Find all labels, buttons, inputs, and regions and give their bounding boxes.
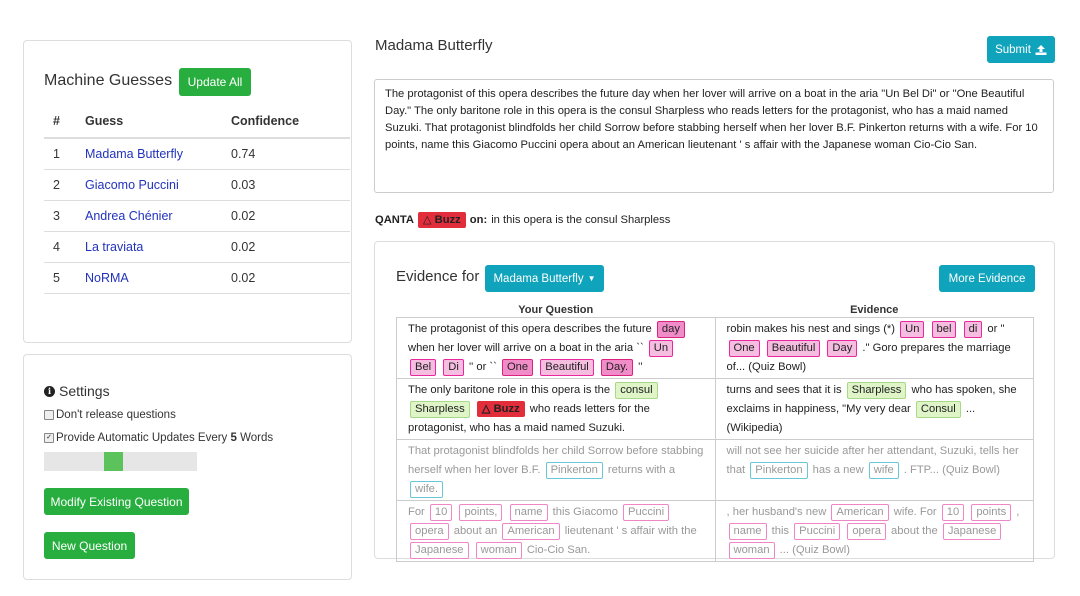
modify-question-button[interactable]: Modify Existing Question bbox=[44, 488, 189, 515]
evidence-chunk: turns and sees that it is Sharpless who … bbox=[714, 378, 1034, 440]
slider-handle[interactable] bbox=[104, 452, 123, 471]
submit-button[interactable]: Submit bbox=[987, 36, 1055, 63]
info-icon: i bbox=[44, 385, 55, 397]
guess-link[interactable]: Andrea Chénier bbox=[85, 209, 173, 223]
settings-panel: i Settings Don't release questions ✓ Pro… bbox=[23, 354, 352, 580]
page-title: Madama Butterfly bbox=[375, 37, 493, 54]
bell-icon: △ bbox=[422, 214, 432, 226]
guess-link[interactable]: La traviata bbox=[85, 240, 143, 254]
guess-confidence: 0.02 bbox=[222, 262, 350, 294]
table-row: 2 Giacomo Puccini 0.03 bbox=[44, 169, 350, 201]
machine-guesses-panel: Machine Guesses Update All # Guess Confi… bbox=[23, 40, 352, 343]
table-row: That protagonist blindfolds her child So… bbox=[396, 439, 1034, 501]
dont-release-row: Don't release questions bbox=[44, 409, 176, 421]
upload-icon bbox=[1035, 44, 1047, 55]
table-row: 5 NoRMA 0.02 bbox=[44, 262, 350, 294]
evidence-guess-dropdown[interactable]: Madama Butterfly ▼ bbox=[485, 265, 604, 292]
evidence-title: Evidence for bbox=[396, 268, 480, 285]
guess-rank: 5 bbox=[44, 262, 76, 294]
guess-confidence: 0.03 bbox=[222, 169, 350, 201]
question-chunk: The only baritone role in this opera is … bbox=[396, 378, 716, 440]
buzz-on-label: on: bbox=[469, 214, 488, 226]
col-your-question: Your Question bbox=[518, 303, 594, 316]
col-evidence: Evidence bbox=[850, 303, 899, 316]
table-row: The protagonist of this opera describes … bbox=[396, 317, 1034, 379]
update-all-button[interactable]: Update All bbox=[179, 68, 251, 96]
qanta-buzz-line: QANTA △ Buzz on: in this opera is the co… bbox=[375, 212, 670, 228]
table-row: The only baritone role in this opera is … bbox=[396, 378, 1034, 440]
table-row: 1 Madama Butterfly 0.74 bbox=[44, 138, 350, 170]
guess-rank: 1 bbox=[44, 138, 76, 170]
evidence-chunk: robin makes his nest and sings (*) Un be… bbox=[714, 317, 1034, 379]
guess-link[interactable]: NoRMA bbox=[85, 271, 129, 285]
auto-updates-checkbox[interactable]: ✓ bbox=[44, 433, 54, 443]
evidence-table: Your Question Evidence The protagonist o… bbox=[396, 302, 1034, 562]
dont-release-checkbox[interactable] bbox=[44, 410, 54, 420]
question-chunk: That protagonist blindfolds her child So… bbox=[396, 439, 716, 501]
guess-confidence: 0.02 bbox=[222, 200, 350, 232]
question-chunk: For 10 points, name this Giacomo Puccini… bbox=[396, 500, 716, 562]
question-chunk: The protagonist of this opera describes … bbox=[396, 317, 716, 379]
guess-link[interactable]: Madama Butterfly bbox=[85, 147, 183, 161]
auto-updates-row: ✓ Provide Automatic Updates Every 5 Word… bbox=[44, 432, 273, 444]
dropdown-label: Madama Butterfly bbox=[493, 272, 584, 285]
table-row: For 10 points, name this Giacomo Puccini… bbox=[396, 500, 1034, 562]
evidence-chunk: will not see her suicide after her atten… bbox=[714, 439, 1034, 501]
guess-confidence: 0.02 bbox=[222, 231, 350, 263]
guess-confidence: 0.74 bbox=[222, 138, 350, 170]
buzz-context: in this opera is the consul Sharpless bbox=[491, 214, 671, 226]
qanta-label: QANTA bbox=[375, 214, 414, 226]
table-row: 3 Andrea Chénier 0.02 bbox=[44, 200, 350, 232]
buzz-badge: △ Buzz bbox=[417, 212, 466, 228]
guesses-table: # Guess Confidence 1 Madama Butterfly 0.… bbox=[44, 104, 350, 294]
guess-rank: 2 bbox=[44, 169, 76, 201]
guess-rank: 3 bbox=[44, 200, 76, 232]
guess-link[interactable]: Giacomo Puccini bbox=[85, 178, 179, 192]
col-rank-header: # bbox=[44, 104, 76, 139]
update-frequency-slider[interactable] bbox=[44, 452, 197, 471]
machine-guesses-title: Machine Guesses bbox=[44, 72, 173, 89]
question-textarea[interactable]: The protagonist of this opera describes … bbox=[374, 79, 1054, 193]
submit-label: Submit bbox=[995, 43, 1031, 56]
settings-title: Settings bbox=[59, 383, 110, 399]
evidence-chunk: , her husband's new American wife. For 1… bbox=[714, 500, 1034, 562]
more-evidence-button[interactable]: More Evidence bbox=[939, 265, 1035, 292]
buzz-label: Buzz bbox=[434, 214, 461, 226]
table-row: 4 La traviata 0.02 bbox=[44, 231, 350, 263]
caret-down-icon: ▼ bbox=[587, 274, 596, 283]
col-confidence-header: Confidence bbox=[222, 104, 350, 139]
evidence-panel: Evidence for Madama Butterfly ▼ More Evi… bbox=[374, 241, 1055, 562]
auto-updates-suffix: Words bbox=[236, 432, 274, 444]
guess-rank: 4 bbox=[44, 231, 76, 263]
dont-release-label: Don't release questions bbox=[56, 409, 176, 421]
new-question-button[interactable]: New Question bbox=[44, 532, 135, 559]
auto-updates-prefix: Provide Automatic Updates Every bbox=[56, 432, 231, 444]
settings-heading: i Settings bbox=[44, 383, 110, 399]
col-guess-header: Guess bbox=[76, 104, 222, 139]
